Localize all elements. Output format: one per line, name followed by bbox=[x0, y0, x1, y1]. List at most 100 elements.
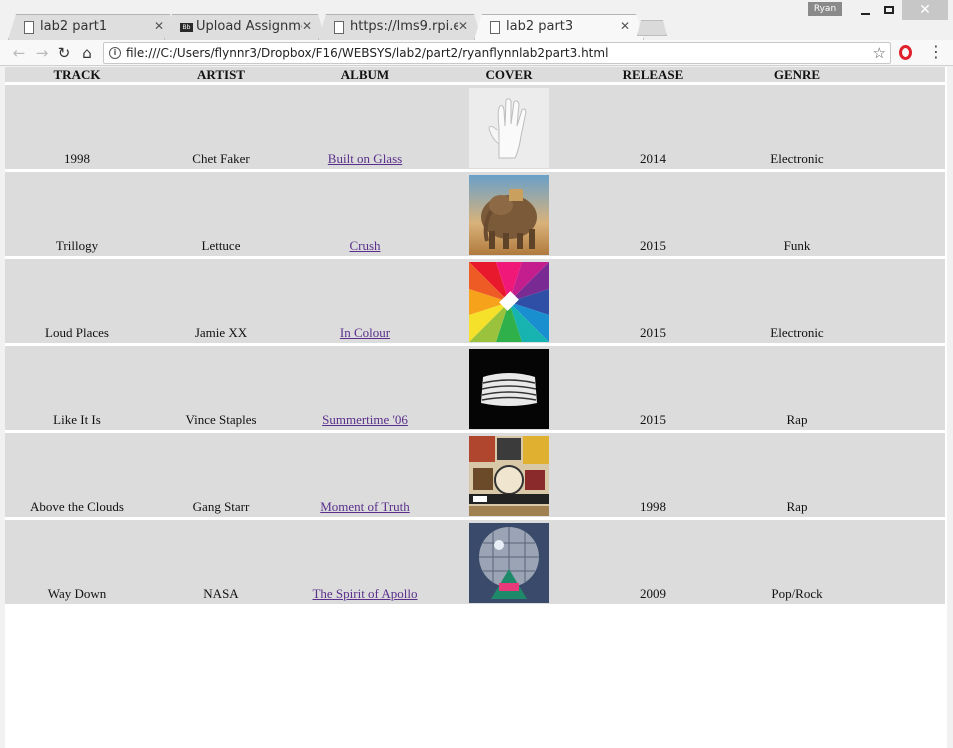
page-icon bbox=[490, 21, 500, 34]
release-cell: 1998 bbox=[581, 433, 725, 517]
genre-cell: Electronic bbox=[725, 85, 869, 169]
profile-badge[interactable]: Ryan bbox=[808, 2, 842, 16]
color-wheel-cover bbox=[469, 262, 549, 342]
track-cell: Way Down bbox=[5, 520, 149, 604]
track-cell: Trillogy bbox=[5, 172, 149, 256]
table-row: Like It Is Vince Staples Summertime '06 … bbox=[5, 346, 945, 430]
track-cell: Like It Is bbox=[5, 346, 149, 430]
opera-extension-icon[interactable] bbox=[899, 45, 912, 60]
header-cover: COVER bbox=[437, 67, 581, 82]
cover-cell bbox=[437, 85, 581, 169]
cover-cell bbox=[437, 433, 581, 517]
genre-cell: Electronic bbox=[725, 259, 869, 343]
tab-lms[interactable]: https://lms9.rpi.edu ✕ bbox=[318, 14, 482, 40]
artist-cell: Gang Starr bbox=[149, 433, 293, 517]
album-link[interactable]: Built on Glass bbox=[328, 151, 402, 166]
header-spacer bbox=[869, 67, 945, 82]
elephant-cover bbox=[469, 175, 549, 255]
close-window-button[interactable]: ✕ bbox=[902, 0, 948, 20]
release-cell: 2014 bbox=[581, 85, 725, 169]
cover-cell bbox=[437, 172, 581, 256]
spacer-cell bbox=[869, 85, 945, 169]
address-bar[interactable]: i file:///C:/Users/flynnr3/Dropbox/F16/W… bbox=[103, 42, 891, 64]
cover-cell bbox=[437, 520, 581, 604]
browser-toolbar: ← → ↻ ⌂ i file:///C:/Users/flynnr3/Dropb… bbox=[0, 40, 953, 66]
tab-label: lab2 part3 bbox=[506, 19, 574, 34]
menu-dots-icon[interactable]: ⋮ bbox=[928, 42, 944, 62]
track-cell: 1998 bbox=[5, 85, 149, 169]
artist-cell: Vince Staples bbox=[149, 346, 293, 430]
album-cell: Built on Glass bbox=[293, 85, 437, 169]
title-bar: lab2 part1 ✕ Bb Upload Assignment ✕ http… bbox=[0, 0, 953, 40]
page-viewport: TRACK ARTIST ALBUM COVER RELEASE GENRE 1… bbox=[5, 67, 947, 748]
wave-cover bbox=[469, 349, 549, 429]
spacer-cell bbox=[869, 259, 945, 343]
blackboard-icon: Bb bbox=[180, 23, 193, 32]
home-icon[interactable]: ⌂ bbox=[78, 43, 96, 63]
table-row: Way Down NASA The Spirit of Apollo 2009 … bbox=[5, 520, 945, 604]
bookmark-star-icon[interactable]: ☆ bbox=[873, 44, 886, 62]
album-link[interactable]: Summertime '06 bbox=[322, 412, 408, 427]
album-cell: Moment of Truth bbox=[293, 433, 437, 517]
table-row: Above the Clouds Gang Starr Moment of Tr… bbox=[5, 433, 945, 517]
hand-sculpture-cover bbox=[469, 88, 549, 168]
release-cell: 2015 bbox=[581, 172, 725, 256]
album-link[interactable]: In Colour bbox=[340, 325, 390, 340]
collage-cover bbox=[469, 436, 549, 516]
artist-cell: Jamie XX bbox=[149, 259, 293, 343]
album-cell: Summertime '06 bbox=[293, 346, 437, 430]
close-icon[interactable]: ✕ bbox=[458, 19, 468, 33]
maximize-icon bbox=[884, 6, 894, 14]
track-cell: Loud Places bbox=[5, 259, 149, 343]
tab-upload-assignment[interactable]: Bb Upload Assignment ✕ bbox=[164, 14, 326, 40]
header-genre: GENRE bbox=[725, 67, 869, 82]
artist-cell: Lettuce bbox=[149, 172, 293, 256]
album-cell: The Spirit of Apollo bbox=[293, 520, 437, 604]
header-release: RELEASE bbox=[581, 67, 725, 82]
release-cell: 2009 bbox=[581, 520, 725, 604]
disco-ball-cover bbox=[469, 523, 549, 603]
artist-cell: Chet Faker bbox=[149, 85, 293, 169]
release-cell: 2015 bbox=[581, 346, 725, 430]
info-icon[interactable]: i bbox=[109, 47, 121, 59]
album-link[interactable]: Moment of Truth bbox=[320, 499, 410, 514]
album-cell: Crush bbox=[293, 172, 437, 256]
header-album: ALBUM bbox=[293, 67, 437, 82]
page-icon bbox=[334, 21, 344, 34]
close-icon[interactable]: ✕ bbox=[620, 19, 630, 33]
genre-cell: Funk bbox=[725, 172, 869, 256]
release-cell: 2015 bbox=[581, 259, 725, 343]
table-row: Loud Places Jamie XX In Colour 2015 Elec… bbox=[5, 259, 945, 343]
reload-icon[interactable]: ↻ bbox=[55, 43, 73, 63]
close-icon: ✕ bbox=[919, 2, 931, 18]
spacer-cell bbox=[869, 346, 945, 430]
genre-cell: Rap bbox=[725, 346, 869, 430]
track-cell: Above the Clouds bbox=[5, 433, 149, 517]
table-row: Trillogy Lettuce Crush 2015 Funk bbox=[5, 172, 945, 256]
music-table: TRACK ARTIST ALBUM COVER RELEASE GENRE 1… bbox=[5, 64, 945, 607]
album-link[interactable]: Crush bbox=[349, 238, 380, 253]
back-arrow-icon[interactable]: ← bbox=[10, 43, 28, 63]
forward-arrow-icon[interactable]: → bbox=[33, 43, 51, 63]
new-tab-button[interactable] bbox=[637, 20, 667, 36]
page-icon bbox=[24, 21, 34, 34]
tab-label: lab2 part1 bbox=[40, 19, 108, 34]
spacer-cell bbox=[869, 172, 945, 256]
table-row: 1998 Chet Faker Built on Glass 2014 Elec… bbox=[5, 85, 945, 169]
tab-label: https://lms9.rpi.edu bbox=[350, 19, 458, 34]
tab-label: Upload Assignment bbox=[196, 19, 302, 34]
close-icon[interactable]: ✕ bbox=[302, 19, 312, 33]
tab-lab2-part1[interactable]: lab2 part1 ✕ bbox=[8, 14, 178, 40]
url-text[interactable]: file:///C:/Users/flynnr3/Dropbox/F16/WEB… bbox=[126, 46, 608, 60]
album-link[interactable]: The Spirit of Apollo bbox=[312, 586, 417, 601]
tab-lab2-part3[interactable]: lab2 part3 ✕ bbox=[474, 14, 644, 40]
artist-cell: NASA bbox=[149, 520, 293, 604]
spacer-cell bbox=[869, 433, 945, 517]
cover-cell bbox=[437, 259, 581, 343]
header-artist: ARTIST bbox=[149, 67, 293, 82]
spacer-cell bbox=[869, 520, 945, 604]
cover-cell bbox=[437, 346, 581, 430]
header-row: TRACK ARTIST ALBUM COVER RELEASE GENRE bbox=[5, 67, 945, 82]
close-icon[interactable]: ✕ bbox=[154, 19, 164, 33]
window-edge bbox=[947, 67, 953, 748]
